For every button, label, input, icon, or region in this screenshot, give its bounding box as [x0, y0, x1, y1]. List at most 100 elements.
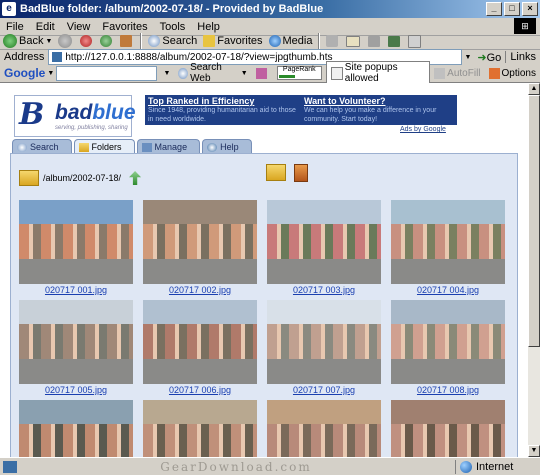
- photo-image[interactable]: [391, 400, 505, 457]
- up-folder-icon[interactable]: [129, 171, 142, 185]
- photo-caption-link[interactable]: 020717 007.jpg: [267, 385, 381, 395]
- photo-thumbnail[interactable]: [391, 400, 505, 457]
- refresh-button[interactable]: [97, 31, 117, 51]
- options-icon: [488, 67, 500, 79]
- back-arrow-icon: [3, 34, 17, 48]
- tab-help[interactable]: Help: [202, 139, 252, 154]
- vertical-scrollbar[interactable]: ▲ ▼: [528, 83, 540, 457]
- photo-caption-link[interactable]: 020717 001.jpg: [19, 285, 133, 295]
- news-button[interactable]: [252, 67, 273, 79]
- photo-caption-link[interactable]: 020717 005.jpg: [19, 385, 133, 395]
- browser-icon: e: [2, 2, 16, 16]
- tab-bar: Search Folders Manage Help: [12, 139, 254, 154]
- badblue-logo[interactable]: B badblue serving, publishing, sharing: [14, 95, 136, 137]
- favorites-button[interactable]: Favorites: [200, 31, 265, 51]
- tab-manage[interactable]: Manage: [136, 139, 201, 154]
- mail-button[interactable]: [343, 31, 365, 51]
- minimize-button[interactable]: _: [486, 2, 502, 16]
- brand-name-part2: blue: [92, 101, 136, 124]
- search-button[interactable]: Search: [145, 31, 200, 51]
- autofill-button[interactable]: AutoFill: [430, 67, 484, 79]
- google-logo[interactable]: Google: [4, 66, 45, 80]
- ad-item[interactable]: Want to Volunteer? We can help you make …: [301, 95, 457, 125]
- new-folder-icon[interactable]: [266, 164, 286, 181]
- popup-blocker-label: Site popups allowed: [344, 62, 398, 84]
- photo-ground: [143, 258, 257, 284]
- chevron-down-icon[interactable]: ▼: [462, 54, 473, 61]
- photo-ground: [143, 358, 257, 384]
- scroll-up-arrow[interactable]: ▲: [528, 83, 540, 95]
- photo-thumbnail[interactable]: 020717 004.jpg: [391, 200, 505, 295]
- discuss-button[interactable]: [405, 31, 426, 51]
- popup-blocker-button[interactable]: Site popups allowed: [325, 61, 431, 85]
- folder-actions: [266, 164, 308, 182]
- ad-text: We can help you make a difference in you…: [304, 107, 437, 123]
- photo-image[interactable]: [267, 300, 381, 384]
- ads-by-google-link[interactable]: Ads by Google: [400, 126, 446, 133]
- photo-caption-link[interactable]: 020717 003.jpg: [267, 285, 381, 295]
- home-button[interactable]: [117, 31, 137, 51]
- media-button[interactable]: Media: [266, 31, 316, 51]
- back-button[interactable]: Back ▼: [0, 31, 55, 51]
- photo-image[interactable]: [267, 400, 381, 457]
- photo-caption-link[interactable]: 020717 004.jpg: [391, 285, 505, 295]
- photo-thumbnail[interactable]: [143, 400, 257, 457]
- photo-background: [391, 400, 505, 426]
- discuss-icon: [408, 34, 422, 48]
- ad-title[interactable]: Top Ranked in Efficiency: [148, 96, 298, 106]
- photo-thumbnail[interactable]: 020717 008.jpg: [391, 300, 505, 395]
- photo-ground: [391, 258, 505, 284]
- photo-thumbnail[interactable]: 020717 005.jpg: [19, 300, 133, 395]
- photo-caption-link[interactable]: 020717 002.jpg: [143, 285, 257, 295]
- photo-caption-link[interactable]: 020717 008.jpg: [391, 385, 505, 395]
- tab-folders[interactable]: Folders: [73, 139, 135, 154]
- photo-image[interactable]: [143, 400, 257, 457]
- stop-button[interactable]: [77, 31, 97, 51]
- slideshow-icon[interactable]: [294, 164, 308, 182]
- window-title: BadBlue folder: /album/2002-07-18/ - Pro…: [20, 3, 324, 15]
- scroll-thumb[interactable]: [528, 95, 540, 347]
- photo-thumbnail[interactable]: [267, 400, 381, 457]
- photo-subjects: [391, 423, 505, 457]
- photo-image[interactable]: [391, 200, 505, 284]
- toolbar-separator: [318, 33, 321, 49]
- google-search-input[interactable]: [56, 65, 158, 81]
- edit-button[interactable]: [385, 31, 405, 51]
- badblue-logo-mark: B: [19, 97, 45, 132]
- forward-button[interactable]: [55, 31, 77, 51]
- chevron-down-icon[interactable]: ▼: [163, 70, 170, 77]
- photo-image[interactable]: [143, 200, 257, 284]
- print-button[interactable]: [365, 31, 385, 51]
- photo-thumbnail[interactable]: 020717 001.jpg: [19, 200, 133, 295]
- photo-thumbnail[interactable]: 020717 002.jpg: [143, 200, 257, 295]
- photo-thumbnail[interactable]: 020717 006.jpg: [143, 300, 257, 395]
- scroll-down-arrow[interactable]: ▼: [528, 445, 540, 457]
- open-folder-icon[interactable]: [19, 170, 39, 186]
- photo-image[interactable]: [19, 400, 133, 457]
- tab-manage-label: Manage: [154, 142, 188, 152]
- maximize-button[interactable]: □: [504, 2, 520, 16]
- photo-thumbnail[interactable]: [19, 400, 133, 457]
- toolbar-separator: [140, 33, 143, 49]
- photo-thumbnail[interactable]: 020717 003.jpg: [267, 200, 381, 295]
- photo-image[interactable]: [391, 300, 505, 384]
- photo-thumbnail[interactable]: 020717 007.jpg: [267, 300, 381, 395]
- photo-caption-link[interactable]: 020717 006.jpg: [143, 385, 257, 395]
- history-button[interactable]: [323, 31, 343, 51]
- tab-help-label: Help: [220, 142, 239, 152]
- ad-item[interactable]: Top Ranked in Efficiency Since 1948, pro…: [145, 95, 301, 125]
- tab-search[interactable]: Search: [12, 139, 72, 154]
- go-button[interactable]: ➜Go: [473, 51, 505, 64]
- close-button[interactable]: ×: [522, 2, 538, 16]
- photo-image[interactable]: [19, 300, 133, 384]
- links-button[interactable]: Links: [505, 51, 540, 63]
- photo-image[interactable]: [19, 200, 133, 284]
- options-button[interactable]: Options: [485, 67, 540, 79]
- photo-ground: [391, 358, 505, 384]
- search-web-button[interactable]: Search Web ▼: [174, 62, 251, 84]
- chevron-down-icon[interactable]: ▼: [47, 70, 54, 77]
- photo-image[interactable]: [267, 200, 381, 284]
- chevron-down-icon: ▼: [45, 37, 53, 45]
- photo-image[interactable]: [143, 300, 257, 384]
- ad-title[interactable]: Want to Volunteer?: [304, 96, 454, 106]
